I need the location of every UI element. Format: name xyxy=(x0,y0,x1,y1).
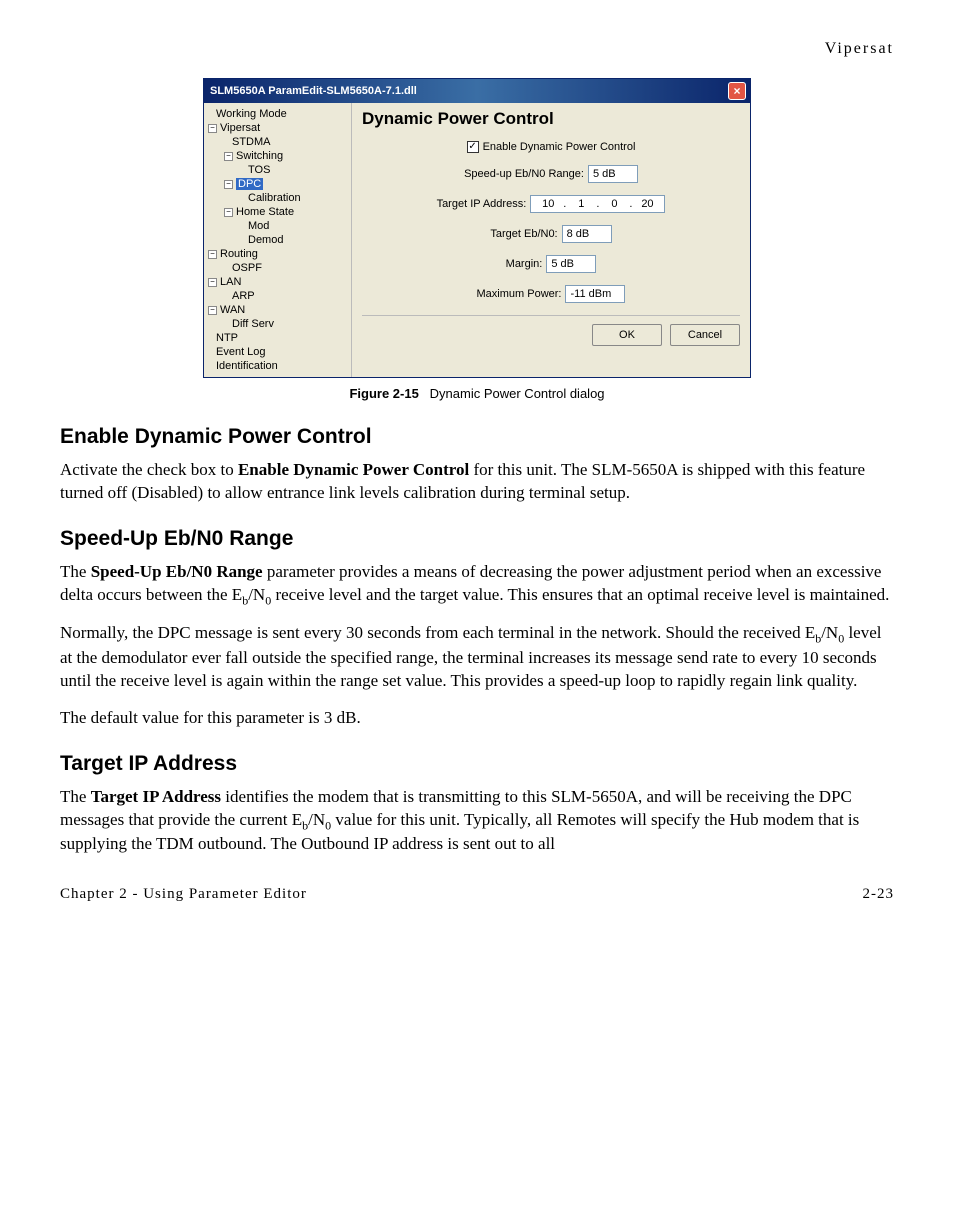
tree-vipersat[interactable]: −Vipersat xyxy=(208,121,349,135)
targetip-label: Target IP Address: xyxy=(437,198,527,210)
section-targetip-p1: The Target IP Address identifies the mod… xyxy=(60,786,894,856)
targetebn0-input[interactable]: 8 dB xyxy=(562,225,612,243)
enable-dpc-checkbox[interactable]: ✓ Enable Dynamic Power Control xyxy=(467,141,636,153)
tree-home-state[interactable]: −Home State xyxy=(208,205,349,219)
targetip-input[interactable]: 10. 1. 0. 20 xyxy=(530,195,665,213)
page-header: Vipersat xyxy=(60,40,894,58)
titlebar: SLM5650A ParamEdit-SLM5650A-7.1.dll × xyxy=(204,79,750,103)
figure-caption: Figure 2-15 Dynamic Power Control dialog xyxy=(60,386,894,401)
dialog-title: SLM5650A ParamEdit-SLM5650A-7.1.dll xyxy=(210,85,417,97)
tree-ospf[interactable]: OSPF xyxy=(208,261,349,275)
speedup-label: Speed-up Eb/N0 Range: xyxy=(464,168,584,180)
tree-switching[interactable]: −Switching xyxy=(208,149,349,163)
footer-left: Chapter 2 - Using Parameter Editor xyxy=(60,886,307,903)
tree-stdma[interactable]: STDMA xyxy=(208,135,349,149)
panel: Dynamic Power Control ✓ Enable Dynamic P… xyxy=(352,103,750,377)
tree-tos[interactable]: TOS xyxy=(208,163,349,177)
tree-working-mode[interactable]: Working Mode xyxy=(208,107,349,121)
section-speedup-p2: Normally, the DPC message is sent every … xyxy=(60,622,894,692)
footer-right: 2-23 xyxy=(863,886,895,903)
tree-dpc[interactable]: −DPC xyxy=(208,177,349,191)
tree-ntp[interactable]: NTP xyxy=(208,331,349,345)
tree-lan[interactable]: −LAN xyxy=(208,275,349,289)
section-enable-dpc-title: Enable Dynamic Power Control xyxy=(60,425,894,449)
panel-title: Dynamic Power Control xyxy=(362,109,740,129)
targetebn0-label: Target Eb/N0: xyxy=(490,228,557,240)
tree-diffserv[interactable]: Diff Serv xyxy=(208,317,349,331)
ip-seg-2[interactable]: 1 xyxy=(568,198,594,210)
section-speedup-p3: The default value for this parameter is … xyxy=(60,707,894,730)
section-speedup-title: Speed-Up Eb/N0 Range xyxy=(60,527,894,551)
section-speedup-p1: The Speed-Up Eb/N0 Range parameter provi… xyxy=(60,561,894,609)
margin-input[interactable]: 5 dB xyxy=(546,255,596,273)
maxpower-label: Maximum Power: xyxy=(477,288,562,300)
tree-routing[interactable]: −Routing xyxy=(208,247,349,261)
section-targetip-title: Target IP Address xyxy=(60,752,894,776)
ok-button[interactable]: OK xyxy=(592,324,662,346)
nav-tree: Working Mode −Vipersat STDMA −Switching … xyxy=(204,103,352,377)
ip-seg-3[interactable]: 0 xyxy=(601,198,627,210)
tree-identification[interactable]: Identification xyxy=(208,359,349,373)
ip-seg-1[interactable]: 10 xyxy=(535,198,561,210)
tree-arp[interactable]: ARP xyxy=(208,289,349,303)
margin-label: Margin: xyxy=(506,258,543,270)
tree-demod[interactable]: Demod xyxy=(208,233,349,247)
tree-wan[interactable]: −WAN xyxy=(208,303,349,317)
ip-seg-4[interactable]: 20 xyxy=(634,198,660,210)
tree-eventlog[interactable]: Event Log xyxy=(208,345,349,359)
maxpower-input[interactable]: -11 dBm xyxy=(565,285,625,303)
cancel-button[interactable]: Cancel xyxy=(670,324,740,346)
enable-label: Enable Dynamic Power Control xyxy=(483,141,636,153)
tree-calibration[interactable]: Calibration xyxy=(208,191,349,205)
section-enable-dpc-body: Activate the check box to Enable Dynamic… xyxy=(60,459,894,505)
close-icon[interactable]: × xyxy=(728,82,746,100)
checkmark-icon: ✓ xyxy=(467,141,479,153)
page-footer: Chapter 2 - Using Parameter Editor 2-23 xyxy=(60,886,894,903)
speedup-input[interactable]: 5 dB xyxy=(588,165,638,183)
dpc-dialog: SLM5650A ParamEdit-SLM5650A-7.1.dll × Wo… xyxy=(203,78,751,378)
tree-mod[interactable]: Mod xyxy=(208,219,349,233)
